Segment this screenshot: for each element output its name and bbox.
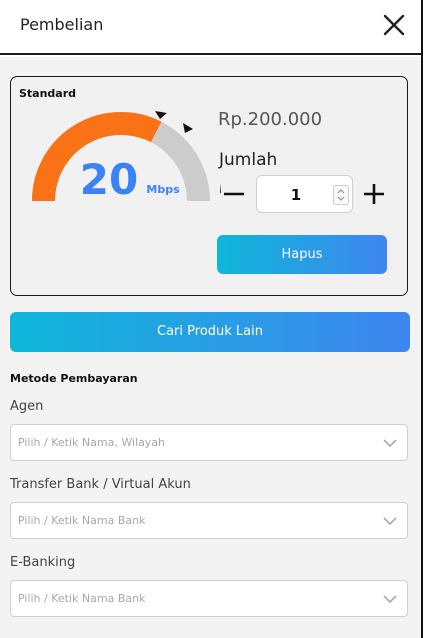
field-label-ebanking: E-Banking	[10, 555, 76, 570]
ebanking-select[interactable]: Pilih / Ketik Nama Bank	[10, 580, 408, 617]
quantity-value[interactable]: 1	[257, 186, 335, 204]
find-other-products-button[interactable]: Cari Produk Lain	[10, 312, 410, 352]
field-label-bank-transfer: Transfer Bank / Virtual Akun	[10, 477, 191, 492]
bank-transfer-select[interactable]: Pilih / Ketik Nama Bank	[10, 502, 408, 539]
header-bar: Pembelian	[0, 0, 422, 55]
quantity-spinner[interactable]	[333, 185, 349, 205]
speed-unit: Mbps	[146, 183, 180, 196]
close-icon[interactable]	[383, 14, 405, 36]
chevron-down-icon	[383, 439, 397, 448]
panel-edge	[421, 0, 423, 638]
agent-select-placeholder: Pilih / Ketik Nama, Wilayah	[18, 436, 166, 449]
chevron-down-icon	[383, 517, 397, 526]
ebanking-select-placeholder: Pilih / Ketik Nama Bank	[18, 592, 146, 605]
minus-icon[interactable]	[223, 181, 245, 207]
product-price: Rp.200.000	[218, 109, 323, 130]
plus-icon[interactable]	[363, 181, 385, 207]
quantity-label: Jumlah	[219, 150, 278, 170]
gauge-tick-marker	[183, 123, 193, 133]
product-card: Standard 20 Mbps Rp.200.000 Jumlah 1 Hap…	[10, 76, 408, 296]
bank-transfer-select-placeholder: Pilih / Ketik Nama Bank	[18, 514, 146, 527]
quantity-stepper[interactable]: 1	[256, 175, 353, 213]
chevron-down-icon	[383, 595, 397, 604]
remove-button[interactable]: Hapus	[217, 235, 387, 274]
speed-gauge: 20 Mbps	[32, 111, 221, 204]
spinner-arrows-icon[interactable]	[334, 186, 348, 204]
agent-select[interactable]: Pilih / Ketik Nama, Wilayah	[10, 424, 408, 461]
page-title: Pembelian	[20, 15, 104, 34]
gauge-tick-marker	[155, 111, 167, 119]
payment-method-title: Metode Pembayaran	[10, 372, 138, 385]
speed-value: 20	[80, 155, 138, 204]
field-label-agent: Agen	[10, 399, 44, 414]
gauge-tick-marker	[220, 183, 221, 193]
